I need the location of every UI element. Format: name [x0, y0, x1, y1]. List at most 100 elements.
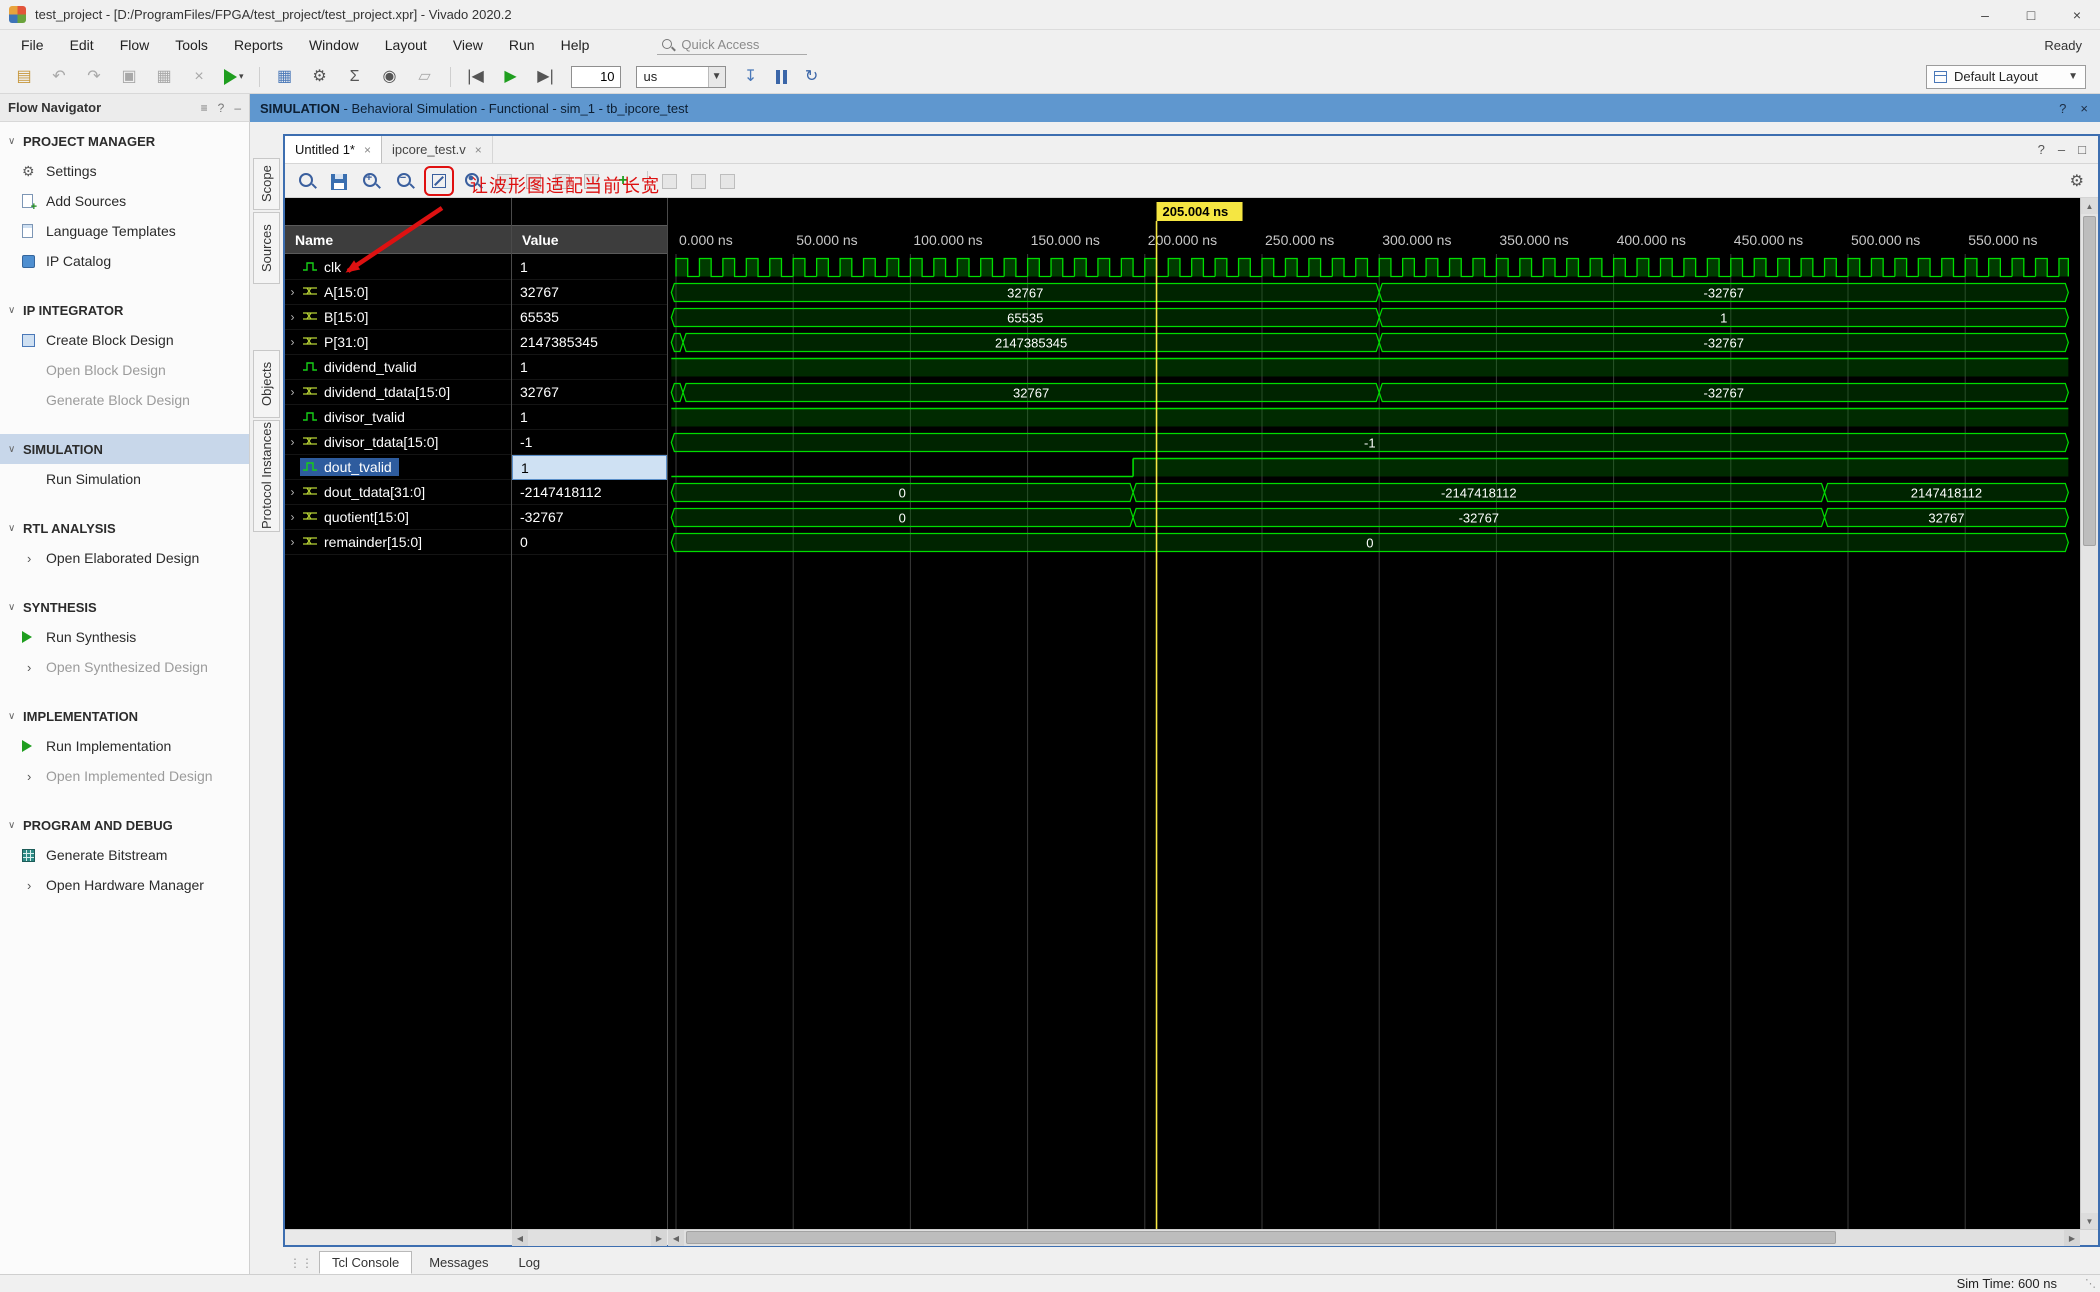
menu-help[interactable]: Help: [548, 33, 603, 57]
expander-icon[interactable]: ›: [285, 310, 300, 324]
menu-run[interactable]: Run: [496, 33, 548, 57]
signal-value-dout-tvalid[interactable]: 1: [512, 455, 667, 480]
bottom-tab-tcl-console[interactable]: Tcl Console: [319, 1251, 413, 1274]
value-column-scrollbar[interactable]: ◀ ▶: [512, 1230, 667, 1246]
nav-item-ip-catalog[interactable]: IP Catalog: [0, 246, 249, 276]
minimize-button[interactable]: –: [1962, 0, 2008, 29]
dashboard-icon[interactable]: ▦: [275, 67, 295, 87]
signal-value-p-31-0[interactable]: 2147385345: [512, 330, 667, 355]
resize-grip-icon[interactable]: ⋱: [2085, 1277, 2096, 1290]
nav-item-run-synthesis[interactable]: Run Synthesis: [0, 622, 249, 652]
expander-icon[interactable]: ›: [285, 335, 300, 349]
menu-tools[interactable]: Tools: [162, 33, 221, 57]
scroll-right-icon[interactable]: ▶: [2064, 1230, 2080, 1246]
expander-icon[interactable]: ›: [285, 510, 300, 524]
help-icon[interactable]: ?: [2059, 101, 2066, 116]
nav-item-open-implemented-design[interactable]: › Open Implemented Design: [0, 761, 249, 791]
expander-icon[interactable]: ›: [285, 285, 300, 299]
maximize-button[interactable]: □: [2008, 0, 2054, 29]
scrollbar-thumb[interactable]: [686, 1231, 1836, 1244]
zoom-fit-icon[interactable]: [424, 165, 454, 196]
float-panel-icon[interactable]: –: [2058, 142, 2065, 157]
signal-value-divisor-tvalid[interactable]: 1: [512, 405, 667, 430]
maximize-panel-icon[interactable]: □: [2078, 142, 2086, 157]
help-icon[interactable]: ?: [218, 101, 225, 115]
signal-row-a-15-0[interactable]: › A[15:0]: [285, 280, 511, 305]
expander-icon[interactable]: ›: [285, 485, 300, 499]
nav-item-create-block-design[interactable]: Create Block Design: [0, 325, 249, 355]
swap-cursor-icon[interactable]: [662, 174, 677, 189]
signal-row-quotient-15-0[interactable]: › quotient[15:0]: [285, 505, 511, 530]
scroll-left-icon[interactable]: ◀: [512, 1230, 528, 1246]
nav-item-generate-block-design[interactable]: Generate Block Design: [0, 385, 249, 415]
zoom-in-icon[interactable]: +: [361, 171, 381, 191]
name-column-header[interactable]: Name: [285, 225, 511, 254]
copy-icon[interactable]: ▣: [119, 67, 139, 87]
menu-file[interactable]: File: [8, 33, 57, 57]
signal-row-b-15-0[interactable]: › B[15:0]: [285, 305, 511, 330]
probe-icon[interactable]: ◉: [380, 67, 400, 87]
menu-edit[interactable]: Edit: [57, 33, 107, 57]
pause-icon[interactable]: [775, 69, 787, 84]
nav-item-open-block-design[interactable]: Open Block Design: [0, 355, 249, 385]
scroll-right-icon[interactable]: ▶: [651, 1230, 667, 1246]
menu-flow[interactable]: Flow: [107, 33, 163, 57]
signal-value-clk[interactable]: 1: [512, 255, 667, 280]
side-tab-objects[interactable]: Objects: [253, 350, 280, 418]
signal-value-divisor-tdata-15-0[interactable]: -1: [512, 430, 667, 455]
restart-sim-icon[interactable]: |◀: [466, 67, 486, 87]
nav-item-settings[interactable]: ⚙ Settings: [0, 156, 249, 186]
nav-item-open-synthesized-design[interactable]: › Open Synthesized Design: [0, 652, 249, 682]
menu-reports[interactable]: Reports: [221, 33, 296, 57]
side-tab-protocol-instances[interactable]: Protocol Instances: [253, 420, 280, 532]
collapse-icon[interactable]: –: [234, 101, 241, 115]
scrollbar-thumb[interactable]: [2083, 216, 2096, 546]
nav-section-synthesis[interactable]: ∨ SYNTHESIS: [0, 592, 249, 622]
nav-section-program-and-debug[interactable]: ∨ PROGRAM AND DEBUG: [0, 810, 249, 840]
menu-window[interactable]: Window: [296, 33, 372, 57]
signal-row-p-31-0[interactable]: › P[31:0]: [285, 330, 511, 355]
scroll-down-icon[interactable]: ▼: [2081, 1213, 2098, 1229]
expander-icon[interactable]: ›: [285, 435, 300, 449]
side-tab-scope[interactable]: Scope: [253, 158, 280, 210]
signal-value-dividend-tvalid[interactable]: 1: [512, 355, 667, 380]
expander-icon[interactable]: ›: [285, 535, 300, 549]
settings-gear-icon[interactable]: ⚙: [310, 67, 330, 87]
drag-grip-icon[interactable]: ⋮⋮: [287, 1256, 315, 1274]
quick-access-search[interactable]: Quick Access: [657, 35, 808, 55]
expander-icon[interactable]: ›: [285, 385, 300, 399]
wave-horizontal-scrollbar[interactable]: ◀ ▶: [668, 1230, 2080, 1246]
editor-tab-ipcore-test-v[interactable]: ipcore_test.v ×: [382, 136, 493, 163]
nav-item-run-simulation[interactable]: Run Simulation: [0, 464, 249, 494]
close-button[interactable]: ×: [2054, 0, 2100, 29]
menu-layout[interactable]: Layout: [372, 33, 440, 57]
nav-item-run-implementation[interactable]: Run Implementation: [0, 731, 249, 761]
signal-row-dividend-tvalid[interactable]: dividend_tvalid: [285, 355, 511, 380]
undo-icon[interactable]: ↶: [49, 67, 69, 87]
relaunch-icon[interactable]: ↻: [802, 67, 822, 87]
nav-item-generate-bitstream[interactable]: Generate Bitstream: [0, 840, 249, 870]
bottom-tab-messages[interactable]: Messages: [416, 1251, 501, 1274]
signal-row-divisor-tdata-15-0[interactable]: › divisor_tdata[15:0]: [285, 430, 511, 455]
signal-row-remainder-15-0[interactable]: › remainder[15:0]: [285, 530, 511, 555]
step-icon[interactable]: ↧: [741, 67, 761, 87]
signal-value-quotient-15-0[interactable]: -32767: [512, 505, 667, 530]
vertical-scrollbar[interactable]: ▲ ▼: [2080, 198, 2098, 1229]
nav-section-ip-integrator[interactable]: ∨ IP INTEGRATOR: [0, 295, 249, 325]
run-button[interactable]: ▾: [224, 68, 244, 85]
redo-icon[interactable]: ↷: [84, 67, 104, 87]
save-waveform-icon[interactable]: [331, 173, 347, 190]
sim-time-input[interactable]: [570, 65, 621, 88]
value-column-header[interactable]: Value: [512, 225, 667, 254]
close-tab-icon[interactable]: ×: [475, 143, 482, 157]
menu-view[interactable]: View: [440, 33, 496, 57]
run-all-icon[interactable]: ▶: [501, 67, 521, 87]
nav-item-language-templates[interactable]: Language Templates: [0, 216, 249, 246]
signal-row-dout-tdata-31-0[interactable]: › dout_tdata[31:0]: [285, 480, 511, 505]
signal-value-a-15-0[interactable]: 32767: [512, 280, 667, 305]
editor-tab-untitled-1[interactable]: Untitled 1* ×: [285, 136, 382, 163]
zoom-out-icon[interactable]: −: [395, 171, 415, 191]
scroll-left-icon[interactable]: ◀: [668, 1230, 684, 1246]
close-tab-icon[interactable]: ×: [364, 143, 371, 157]
bottom-tab-log[interactable]: Log: [505, 1251, 553, 1274]
